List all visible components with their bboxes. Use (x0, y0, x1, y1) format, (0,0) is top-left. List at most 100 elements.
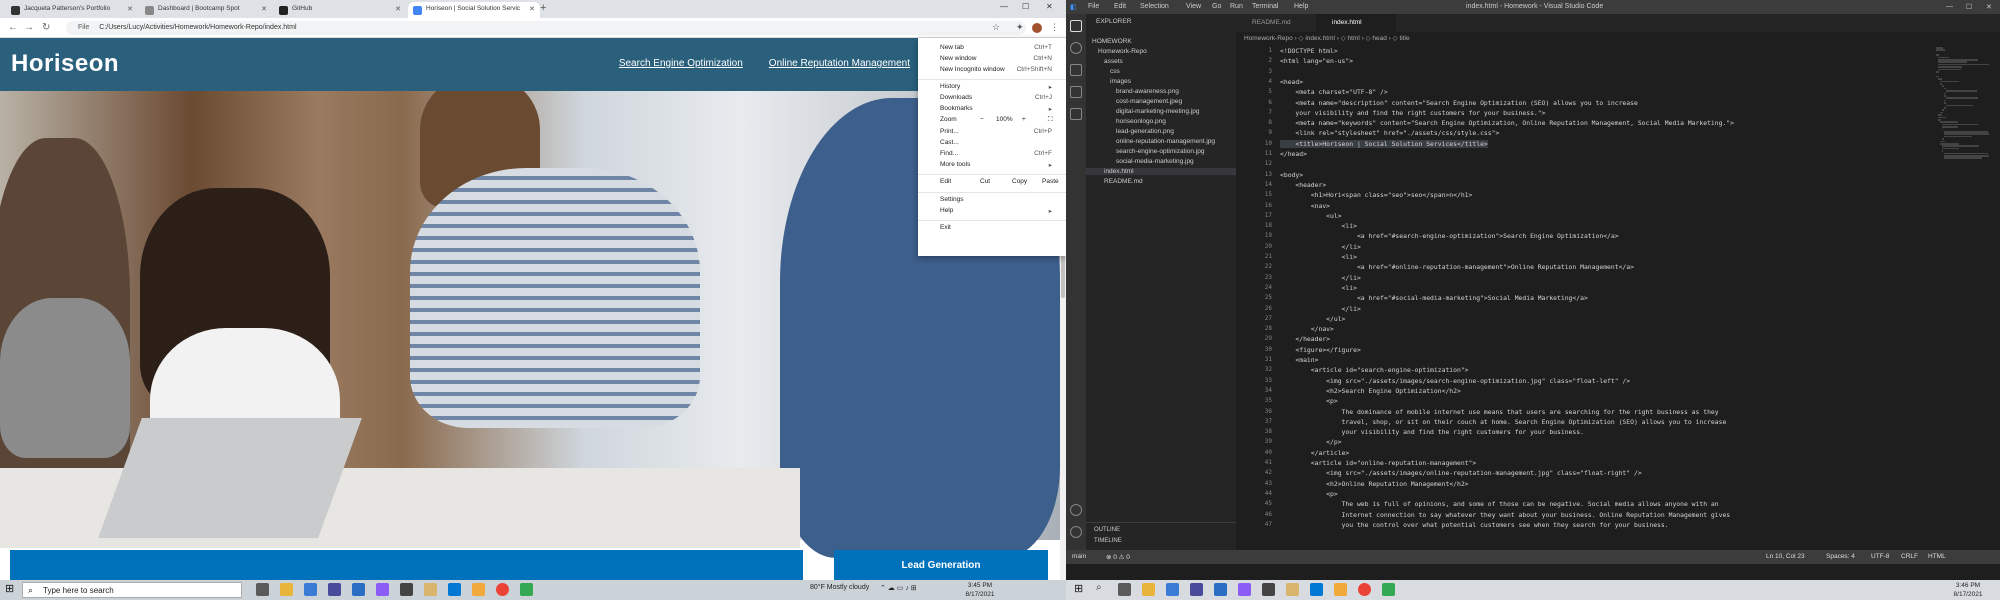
task-view-icon[interactable] (1118, 583, 1131, 596)
explorer-item[interactable]: css (1110, 68, 1120, 75)
breadcrumb[interactable]: Homework-Repo › ◇ index.html › ◇ html › … (1244, 34, 1410, 42)
code-line[interactable]: <li> (1280, 253, 1357, 261)
code-line[interactable]: The dominance of mobile internet use mea… (1280, 408, 1719, 416)
zoom-out-button[interactable]: − (980, 116, 984, 123)
cut-button[interactable]: Cut (980, 178, 990, 185)
run-debug-icon[interactable] (1070, 86, 1082, 98)
tab-close-icon[interactable]: ✕ (127, 5, 133, 13)
file-explorer-icon[interactable] (280, 583, 293, 596)
star-icon[interactable]: ☆ (992, 22, 1000, 33)
chrome-taskbar-icon[interactable] (1358, 583, 1371, 596)
code-line[interactable]: <meta charset="UTF-8" /> (1280, 88, 1387, 96)
branch-indicator[interactable]: main (1072, 553, 1086, 560)
app-icon-3[interactable] (520, 583, 533, 596)
app-icon[interactable] (1238, 583, 1251, 596)
code-line[interactable]: The web is full of opinions, and some of… (1280, 500, 1719, 508)
explorer-item[interactable]: search-engine-optimization.jpg (1116, 148, 1205, 155)
close-icon[interactable]: ✕ (1986, 3, 1992, 11)
kebab-menu-icon[interactable]: ⋮ (1050, 22, 1059, 33)
tab-close-icon[interactable]: ✕ (395, 5, 401, 13)
menu-help[interactable]: Help (1294, 3, 1308, 10)
code-line[interactable]: <img src="./assets/images/online-reputat… (1280, 469, 1642, 477)
clock[interactable]: 3:46 PM 8/17/2021 (1946, 581, 1990, 599)
maximize-icon[interactable]: ☐ (1022, 2, 1029, 11)
settings-gear-icon[interactable] (1070, 526, 1082, 538)
fullscreen-icon[interactable]: ⛶ (1048, 116, 1053, 124)
app-icon-2[interactable] (1334, 583, 1347, 596)
code-line[interactable]: <title>Horiseon | Social Solution Servic… (1280, 139, 1488, 148)
code-line[interactable]: <link rel="stylesheet" href="./assets/cs… (1280, 129, 1499, 137)
outline-section[interactable]: OUTLINE (1094, 527, 1120, 533)
explorer-item[interactable]: lead-generation.png (1116, 128, 1174, 135)
file-explorer-icon[interactable] (1142, 583, 1155, 596)
language-mode[interactable]: HTML (1928, 553, 1946, 560)
code-line[interactable]: <!DOCTYPE html> (1280, 47, 1338, 55)
encoding[interactable]: UTF-8 (1871, 553, 1889, 560)
code-line[interactable]: <h2>Search Engine Optimization</h2> (1280, 387, 1461, 395)
code-line[interactable]: </head> (1280, 150, 1307, 158)
menu-item[interactable]: Downloads Ctrl+J (940, 94, 1060, 104)
menu-item[interactable]: Bookmarks ▸ (940, 105, 1060, 115)
menu-item[interactable]: Settings (940, 196, 1060, 206)
timeline-section[interactable]: TIMELINE (1094, 538, 1122, 544)
code-line[interactable]: </li> (1280, 305, 1361, 313)
minimize-icon[interactable]: — (1946, 3, 1953, 10)
code-line[interactable]: <ul> (1280, 212, 1341, 220)
menu-view[interactable]: View (1186, 3, 1201, 10)
code-line[interactable]: <head> (1280, 78, 1303, 86)
menu-item[interactable]: New Incognito window Ctrl+Shift+N (940, 66, 1060, 76)
zoom-in-button[interactable]: + (1022, 116, 1026, 123)
vscode-taskbar-icon[interactable] (448, 583, 461, 596)
edge-icon[interactable] (304, 583, 317, 596)
reload-icon[interactable]: ↻ (42, 22, 50, 33)
code-line[interactable]: <header> (1280, 181, 1326, 189)
windows-start-icon[interactable]: ⊞ (1074, 582, 1087, 595)
explorer-icon[interactable] (1070, 20, 1082, 32)
app-icon[interactable] (376, 583, 389, 596)
code-line[interactable]: </ul> (1280, 315, 1345, 323)
address-bar[interactable]: File C:/Users/Lucy/Activities/Homework/Ho… (66, 21, 1026, 35)
paste-button[interactable]: Paste (1042, 178, 1059, 185)
nav-link-reputation[interactable]: Online Reputation Management (769, 58, 910, 69)
code-line[interactable]: <html lang="en-us"> (1280, 57, 1353, 65)
code-line[interactable]: <main> (1280, 356, 1318, 364)
explorer-item[interactable]: assets (1104, 58, 1123, 65)
menu-terminal[interactable]: Terminal (1252, 3, 1278, 10)
tab-close-icon[interactable]: ✕ (261, 5, 267, 13)
code-line[interactable]: <article id="online-reputation-managemen… (1280, 459, 1476, 467)
photos-icon[interactable] (1262, 583, 1275, 596)
code-line[interactable]: <p> (1280, 490, 1338, 498)
menu-item[interactable]: Print... Ctrl+P (940, 128, 1060, 138)
code-line[interactable]: <h2>Online Reputation Management</h2> (1280, 480, 1468, 488)
browser-tab[interactable]: Horiseon | Social Solution Servic ✕ (408, 2, 540, 18)
store-icon[interactable] (328, 583, 341, 596)
nav-link-seo[interactable]: Search Engine Optimization (619, 58, 743, 69)
menu-file[interactable]: File (1088, 3, 1099, 10)
folder-icon[interactable] (424, 583, 437, 596)
menu-item[interactable]: New window Ctrl+N (940, 55, 1060, 65)
mail-icon[interactable] (352, 583, 365, 596)
search-icon[interactable]: ⌕ (1096, 582, 1109, 595)
back-icon[interactable]: ← (8, 22, 18, 33)
code-line[interactable]: <img src="./assets/images/search-engine-… (1280, 377, 1630, 385)
menu-item[interactable]: More tools ▸ (940, 161, 1060, 171)
explorer-item[interactable]: images (1110, 78, 1131, 85)
explorer-item[interactable]: digital-marketing-meeting.jpg (1116, 108, 1199, 115)
code-line[interactable]: <a href="#search-engine-optimization">Se… (1280, 232, 1619, 240)
photos-icon[interactable] (400, 583, 413, 596)
code-line[interactable]: <nav> (1280, 202, 1330, 210)
menu-go[interactable]: Go (1212, 3, 1221, 10)
menu-run[interactable]: Run (1230, 3, 1243, 10)
browser-tab[interactable]: GitHub ✕ (274, 2, 406, 18)
code-line[interactable]: your visibility and find the right custo… (1280, 109, 1545, 117)
explorer-item[interactable]: brand-awareness.png (1116, 88, 1179, 95)
forward-icon[interactable]: → (24, 22, 34, 33)
code-line[interactable]: <article id="search-engine-optimization"… (1280, 366, 1469, 374)
vscode-taskbar-icon[interactable] (1310, 583, 1323, 596)
tab-index-html[interactable]: index.html (1316, 14, 1396, 32)
windows-start-icon[interactable]: ⊞ (5, 582, 18, 595)
line-ending[interactable]: CRLF (1901, 553, 1918, 560)
code-line[interactable]: <p> (1280, 397, 1338, 405)
code-line[interactable]: </nav> (1280, 325, 1334, 333)
code-line[interactable]: <body> (1280, 171, 1303, 179)
